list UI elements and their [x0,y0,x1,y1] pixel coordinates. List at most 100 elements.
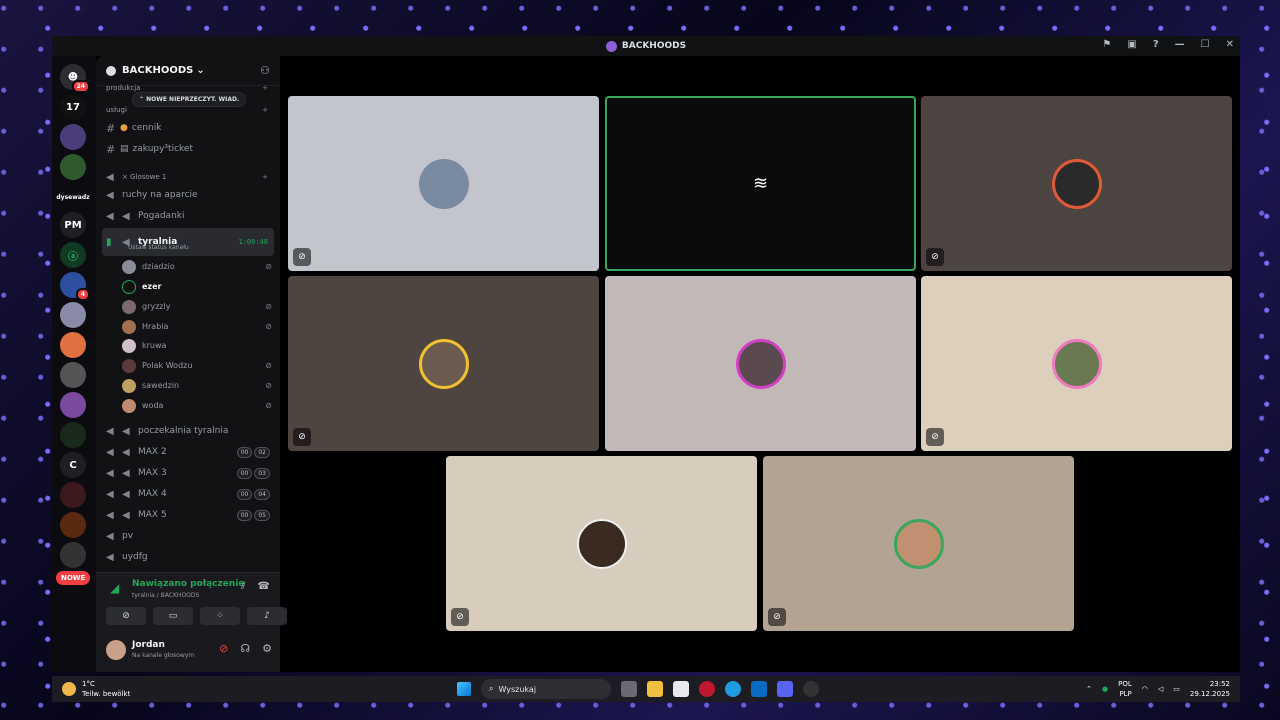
volume-icon[interactable]: ◁ [1158,685,1163,693]
server-arh[interactable]: ⓐ [60,242,86,268]
soundboard-button[interactable]: ♪ [247,607,287,625]
voice-member[interactable]: Polak Wodzu ⊘ [122,356,272,375]
voice-channel-max5[interactable]: ◀ ◀ MAX 5 00 05 [102,505,274,525]
speaker-icon: ◀ [106,488,114,500]
headphones-icon[interactable]: ☊ [240,642,250,655]
participant-tile-speaking[interactable]: ≋ [605,96,916,271]
participant-tile[interactable]: ⊘ [921,276,1232,451]
discord-icon[interactable] [777,681,793,697]
voice-member[interactable]: gryzzly ⊘ [122,297,272,316]
server-c[interactable]: C [60,452,86,478]
voice-member[interactable]: sawedzin ⊘ [122,376,272,395]
fire-icon: ● [120,123,128,133]
add-channel-icon[interactable]: + [262,173,268,181]
server-icon-4[interactable] [60,302,86,328]
voice-channel-max2[interactable]: ◀ ◀ MAX 2 00 02 [102,442,274,462]
inbox-icon[interactable]: ▣ [1127,39,1136,50]
user-name[interactable]: Jordan [132,640,165,650]
battery-icon[interactable]: ▭ [1173,685,1180,693]
help-icon[interactable]: ? [1153,39,1159,50]
voice-member[interactable]: ezer [122,277,272,296]
server-icon-3[interactable]: 4 [60,272,90,301]
server-icon-1[interactable] [60,124,86,150]
voice-member[interactable]: woda ⊘ [122,396,272,415]
gear-icon[interactable]: ⚙ [262,642,272,655]
new-unread-pill[interactable]: ⌃ NOWE NIEPRZECZYT. WIAD. [132,92,247,107]
activities-button[interactable]: ⁘ [200,607,240,625]
server-icon [605,40,617,52]
close-button[interactable]: ✕ [1226,39,1234,50]
minimize-button[interactable]: — [1175,39,1185,50]
maximize-button[interactable]: ☐ [1201,39,1210,50]
voice-channel-tyralnia[interactable]: ▮ ◀ tyralnia 1:00:48 Ustaw status kanału [102,228,274,256]
language-indicator[interactable]: POL PLP [1118,679,1132,699]
voice-channel-max3[interactable]: ◀ ◀ MAX 3 00 03 [102,463,274,483]
server-logo-icon [106,65,116,76]
server-icon-6[interactable] [60,362,86,388]
participant-tile[interactable]: ⊘ [288,96,599,271]
clock-time: 23:52 [1209,680,1230,688]
store-icon[interactable] [673,681,689,697]
clock[interactable]: 23:52 29.12.2025 [1190,679,1230,699]
channel-cennik[interactable]: # ● cennik [102,118,274,138]
voice-location[interactable]: tyralnia / BACKHOODS [132,592,199,599]
voice-member[interactable]: kruwa [122,336,272,355]
add-channel-icon[interactable]: + [262,84,268,92]
server-icon-7[interactable] [60,392,86,418]
invite-icon[interactable]: ⚇ [260,64,270,77]
server-icon-5[interactable] [60,332,86,358]
chevron-up-icon[interactable]: ⌃ [1086,685,1092,693]
voice-channel-pogadanki[interactable]: ◀ ◀ Pogadanki [102,206,274,226]
opera-icon[interactable] [699,681,715,697]
server-icon-10[interactable] [60,512,86,538]
wifi-icon[interactable]: ◠ [1142,685,1148,693]
mic-icon[interactable]: ● [1102,685,1108,693]
participant-tile[interactable]: ⊘ [446,456,757,631]
speaker-icon: ◀ [106,171,114,183]
server-icon-11[interactable] [60,542,86,568]
voice-channel-pv[interactable]: ◀ pv [102,526,274,546]
voice-channel-poczekalnia[interactable]: ◀ ◀ poczekalnia tyralnia [102,421,274,441]
server-pm[interactable]: PM [60,212,86,238]
participant-tile[interactable]: ⊘ [921,96,1232,271]
participant-tile[interactable]: ⊘ [763,456,1074,631]
new-messages-pill[interactable]: NOWE [56,571,91,585]
home-button[interactable]: ☻ 24 [60,64,90,93]
file-explorer-icon[interactable] [647,681,663,697]
weather-widget[interactable]: 1°C Teilw. bewölkt [62,679,130,699]
edge-icon[interactable] [725,681,741,697]
speaker-icon: ◀ [106,210,114,222]
voice-channel-max4[interactable]: ◀ ◀ MAX 4 00 04 [102,484,274,504]
flag-icon[interactable]: ⚑ [1102,39,1111,50]
outlook-icon[interactable] [751,681,767,697]
taskbar-search[interactable]: ⌕ Wyszukaj [481,679,611,699]
voice-channel-ruchy[interactable]: ◀ ruchy na aparcie [102,185,274,205]
screen-share-button[interactable]: ▭ [153,607,193,625]
server-icon-2[interactable] [60,154,86,180]
camera-off-button[interactable]: ⊘ [106,607,146,625]
add-channel-icon[interactable]: + [262,106,268,114]
server-17[interactable]: 17 [60,94,86,120]
channel-label: MAX 3 [138,468,167,478]
member-name: Polak Wodzu [142,361,193,370]
mic-muted-icon[interactable]: ⊘ [219,642,228,655]
voice-member[interactable]: Hrabia ⊘ [122,317,272,336]
avatar[interactable] [106,640,126,660]
noise-suppression-icon[interactable]: ⫽ [241,581,245,592]
channel-zakupy-ticket[interactable]: # ▤ zakupy³ticket [102,139,274,159]
category-glosowe[interactable]: ◀ × Glosowe 1 + [102,167,274,187]
participant-tile[interactable]: ⊘ [288,276,599,451]
start-button[interactable] [457,682,471,696]
participant-tile[interactable] [605,276,916,451]
disconnect-icon[interactable]: ☎ [258,581,270,592]
mic-muted-icon: ⊘ [926,428,944,446]
task-view-icon[interactable] [621,681,637,697]
voice-channel-uydfg[interactable]: ◀ uydfg [102,547,274,567]
voice-member[interactable]: dziadzio ⊘ [122,257,272,276]
app-icon[interactable] [803,681,819,697]
set-channel-status[interactable]: Ustaw status kanału [128,244,189,251]
server-dysewadz[interactable]: dysewadz [56,184,89,210]
server-icon-8[interactable] [60,422,86,448]
server-icon-9[interactable] [60,482,86,508]
voice-status[interactable]: Nawiązano połączenie [132,579,244,589]
